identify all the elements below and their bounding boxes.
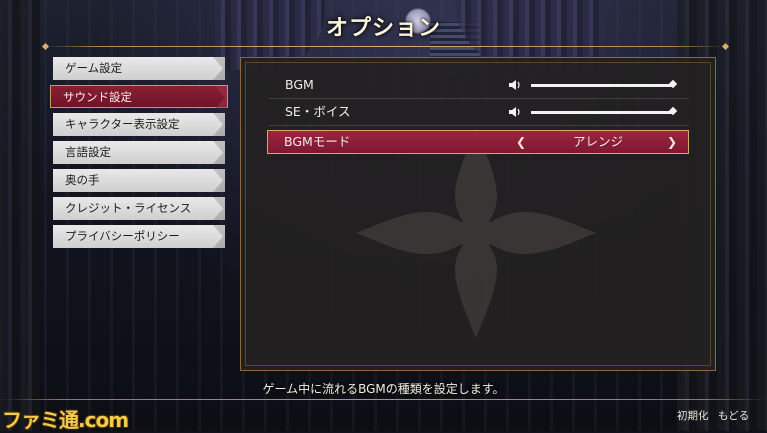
menu-item-language-settings[interactable]: 言語設定 bbox=[53, 141, 225, 164]
menu-item-sound-settings[interactable]: サウンド設定 bbox=[50, 85, 228, 108]
bgm-slider-knob[interactable] bbox=[668, 79, 678, 89]
settings-panel: BGM SE・ボイス BGMモード ❮ アレンジ ❯ bbox=[240, 57, 716, 371]
footer-divider bbox=[0, 399, 767, 400]
menu-item-credits-license[interactable]: クレジット・ライセンス bbox=[53, 197, 225, 220]
se-voice-volume-row[interactable]: SE・ボイス bbox=[269, 99, 689, 126]
chevron-left-icon[interactable]: ❮ bbox=[516, 131, 526, 153]
menu-item-character-display-settings[interactable]: キャラクター表示設定 bbox=[53, 113, 225, 136]
bgm-mode-row[interactable]: BGMモード ❮ アレンジ ❯ bbox=[267, 130, 689, 154]
bgm-volume-row[interactable]: BGM bbox=[269, 72, 689, 99]
setting-description: ゲーム中に流れるBGMの種類を設定します。 bbox=[262, 382, 505, 396]
speaker-icon bbox=[509, 80, 520, 90]
bgm-mode-value: アレンジ bbox=[572, 134, 623, 149]
reset-button[interactable]: 初期化 bbox=[677, 408, 709, 423]
menu-item-game-settings[interactable]: ゲーム設定 bbox=[53, 57, 225, 80]
speaker-icon bbox=[509, 107, 520, 117]
menu-item-trump-card[interactable]: 奥の手 bbox=[53, 169, 225, 192]
se-voice-volume-slider[interactable] bbox=[531, 106, 678, 116]
bgm-mode-label: BGMモード bbox=[284, 134, 351, 149]
menu-item-privacy-policy[interactable]: プライバシーポリシー bbox=[53, 225, 225, 248]
page-title: オプション bbox=[325, 16, 441, 41]
header-divider bbox=[45, 46, 725, 47]
options-menu: ゲーム設定 サウンド設定 キャラクター表示設定 言語設定 奥の手 クレジット・ラ… bbox=[50, 57, 228, 253]
se-voice-label: SE・ボイス bbox=[285, 104, 351, 119]
watermark-logo: ファミ通.com bbox=[2, 408, 129, 432]
chevron-right-icon[interactable]: ❯ bbox=[667, 131, 677, 153]
bookshelf-left bbox=[0, 0, 40, 431]
back-button[interactable]: もどる bbox=[718, 408, 749, 423]
bgm-volume-slider[interactable] bbox=[531, 79, 678, 89]
se-voice-slider-knob[interactable] bbox=[668, 106, 678, 116]
bgm-label: BGM bbox=[285, 77, 314, 92]
